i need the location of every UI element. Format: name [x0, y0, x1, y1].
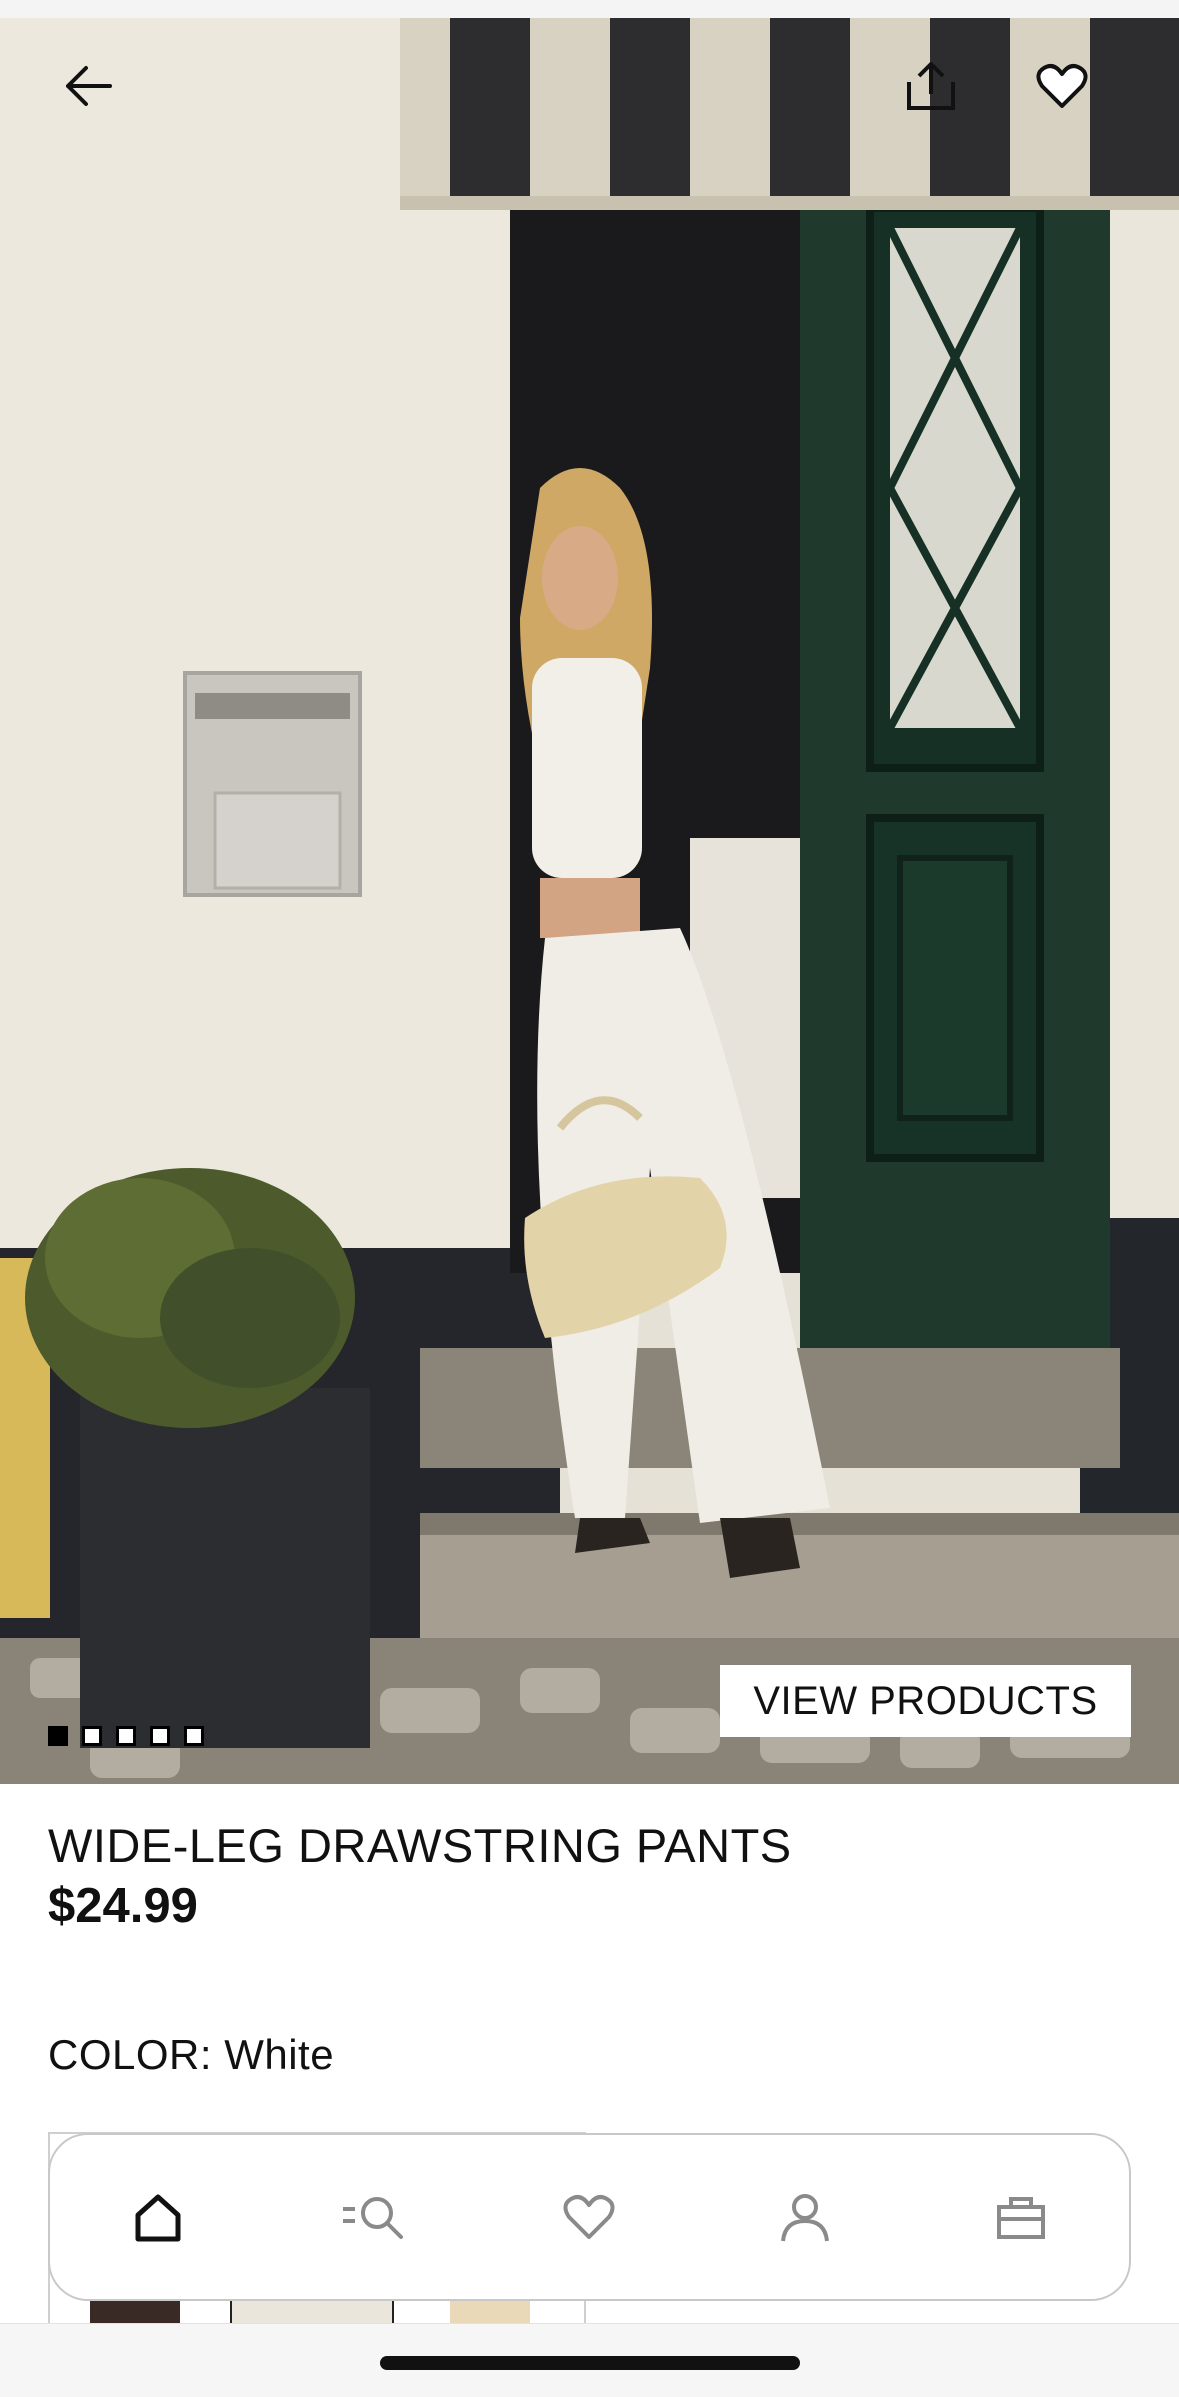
hero-photo: [0, 18, 1179, 1784]
favorite-button[interactable]: [1036, 60, 1116, 140]
status-strip: [0, 0, 1179, 18]
color-selection-label: COLOR: White: [48, 2031, 334, 2079]
nav-bag[interactable]: [966, 2162, 1076, 2272]
carousel-dot[interactable]: [82, 1726, 102, 1746]
product-hero-image[interactable]: VIEW PRODUCTS: [0, 18, 1179, 1784]
home-indicator[interactable]: [380, 2356, 800, 2370]
carousel-dot[interactable]: [150, 1726, 170, 1746]
bag-icon: [997, 2197, 1046, 2239]
product-name: WIDE-LEG DRAWSTRING PANTS: [48, 1819, 792, 1872]
nav-search[interactable]: [319, 2162, 429, 2272]
nav-account[interactable]: [750, 2162, 860, 2272]
share-icon: [907, 62, 955, 110]
home-icon: [135, 2194, 181, 2242]
bottom-navigation: [48, 2133, 1131, 2301]
carousel-indicator: [48, 1726, 204, 1746]
carousel-dot[interactable]: [184, 1726, 204, 1746]
nav-home[interactable]: [103, 2162, 213, 2272]
arrow-left-icon: [66, 66, 112, 106]
carousel-dot[interactable]: [48, 1726, 68, 1746]
search-icon: [342, 2197, 403, 2239]
share-button[interactable]: [905, 60, 985, 140]
user-icon: [781, 2194, 830, 2242]
heart-icon: [563, 2195, 615, 2239]
nav-favorites[interactable]: [534, 2162, 644, 2272]
product-price: $24.99: [48, 1879, 198, 1933]
color-label: COLOR:: [48, 2031, 213, 2078]
back-button[interactable]: [62, 60, 142, 140]
heart-icon: [1036, 64, 1088, 108]
color-value: White: [224, 2031, 335, 2078]
view-products-button[interactable]: VIEW PRODUCTS: [720, 1665, 1131, 1737]
carousel-dot[interactable]: [116, 1726, 136, 1746]
